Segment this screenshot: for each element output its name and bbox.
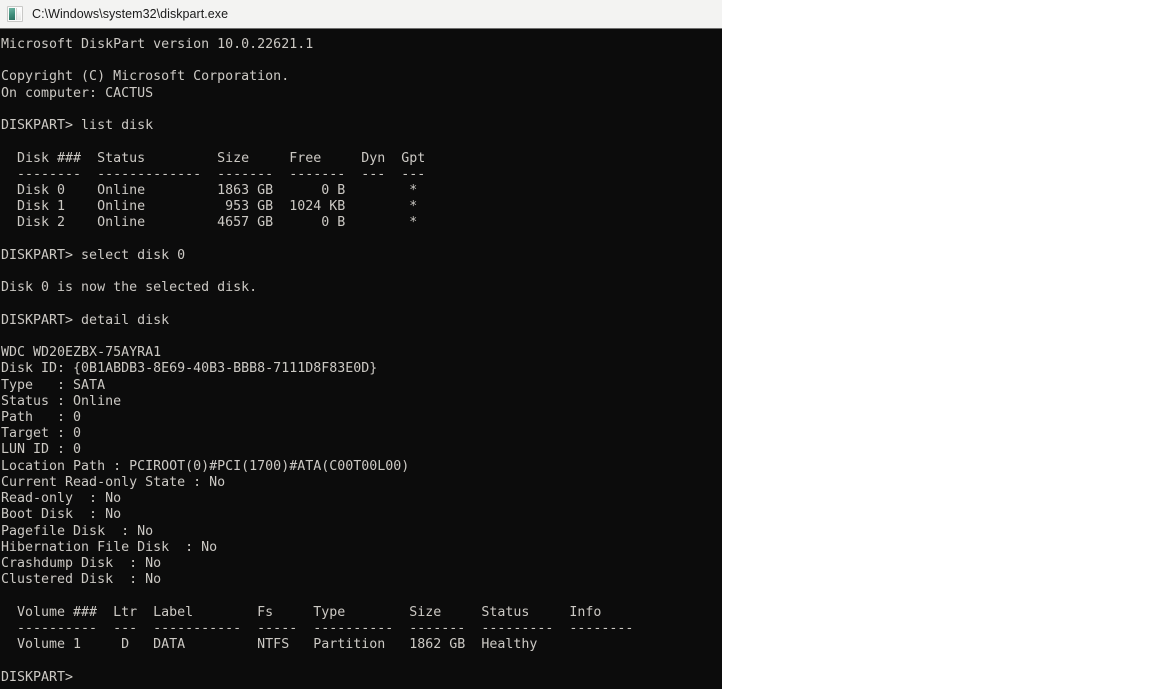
window-title: C:\Windows\system32\diskpart.exe — [32, 6, 229, 21]
console-icon — [7, 6, 23, 22]
console-output-area[interactable]: Microsoft DiskPart version 10.0.22621.1 … — [0, 29, 722, 689]
console-icon-right-pane — [16, 8, 21, 20]
console-text: Microsoft DiskPart version 10.0.22621.1 … — [1, 37, 634, 685]
diskpart-window: C:\Windows\system32\diskpart.exe Microso… — [0, 0, 722, 689]
console-icon-left-pane — [9, 8, 15, 20]
title-bar[interactable]: C:\Windows\system32\diskpart.exe — [0, 0, 722, 29]
